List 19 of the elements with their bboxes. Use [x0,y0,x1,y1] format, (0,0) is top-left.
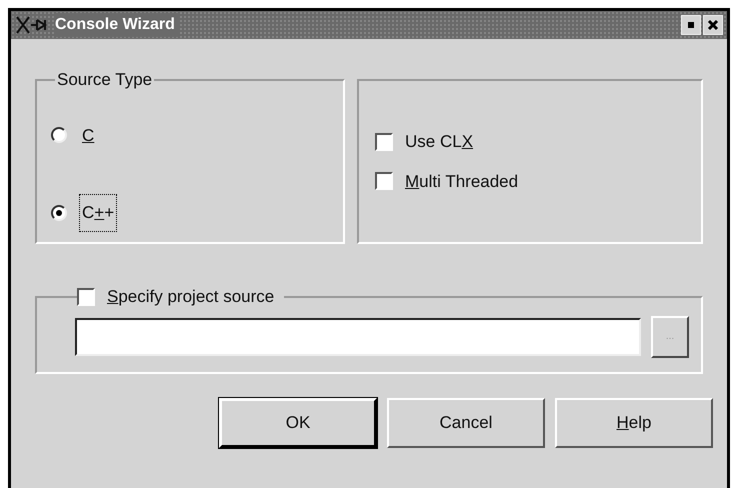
specify-source-checkbox[interactable]: Specify project source [77,284,274,310]
group-title: Source Type [56,69,154,91]
radio-label: C++ [79,194,118,232]
checkbox-option[interactable]: Multi Threaded [375,168,701,194]
dialog-button[interactable]: Help [555,398,713,448]
radio-label: C [81,124,96,146]
checkbox[interactable] [77,288,95,306]
minimize-button[interactable] [681,15,701,35]
close-button[interactable] [703,15,723,35]
project-source-field[interactable] [75,318,641,356]
window-title: Console Wizard [55,13,179,37]
checkbox-option[interactable]: Use CLX [375,129,701,154]
radio-button[interactable] [51,204,67,221]
radio-button[interactable] [51,127,67,144]
checkbox[interactable] [375,172,393,190]
close-icon [707,19,719,31]
checkbox[interactable] [375,132,393,151]
dialog-button[interactable]: OK [219,398,377,448]
dialog-button[interactable]: Cancel [387,398,545,448]
